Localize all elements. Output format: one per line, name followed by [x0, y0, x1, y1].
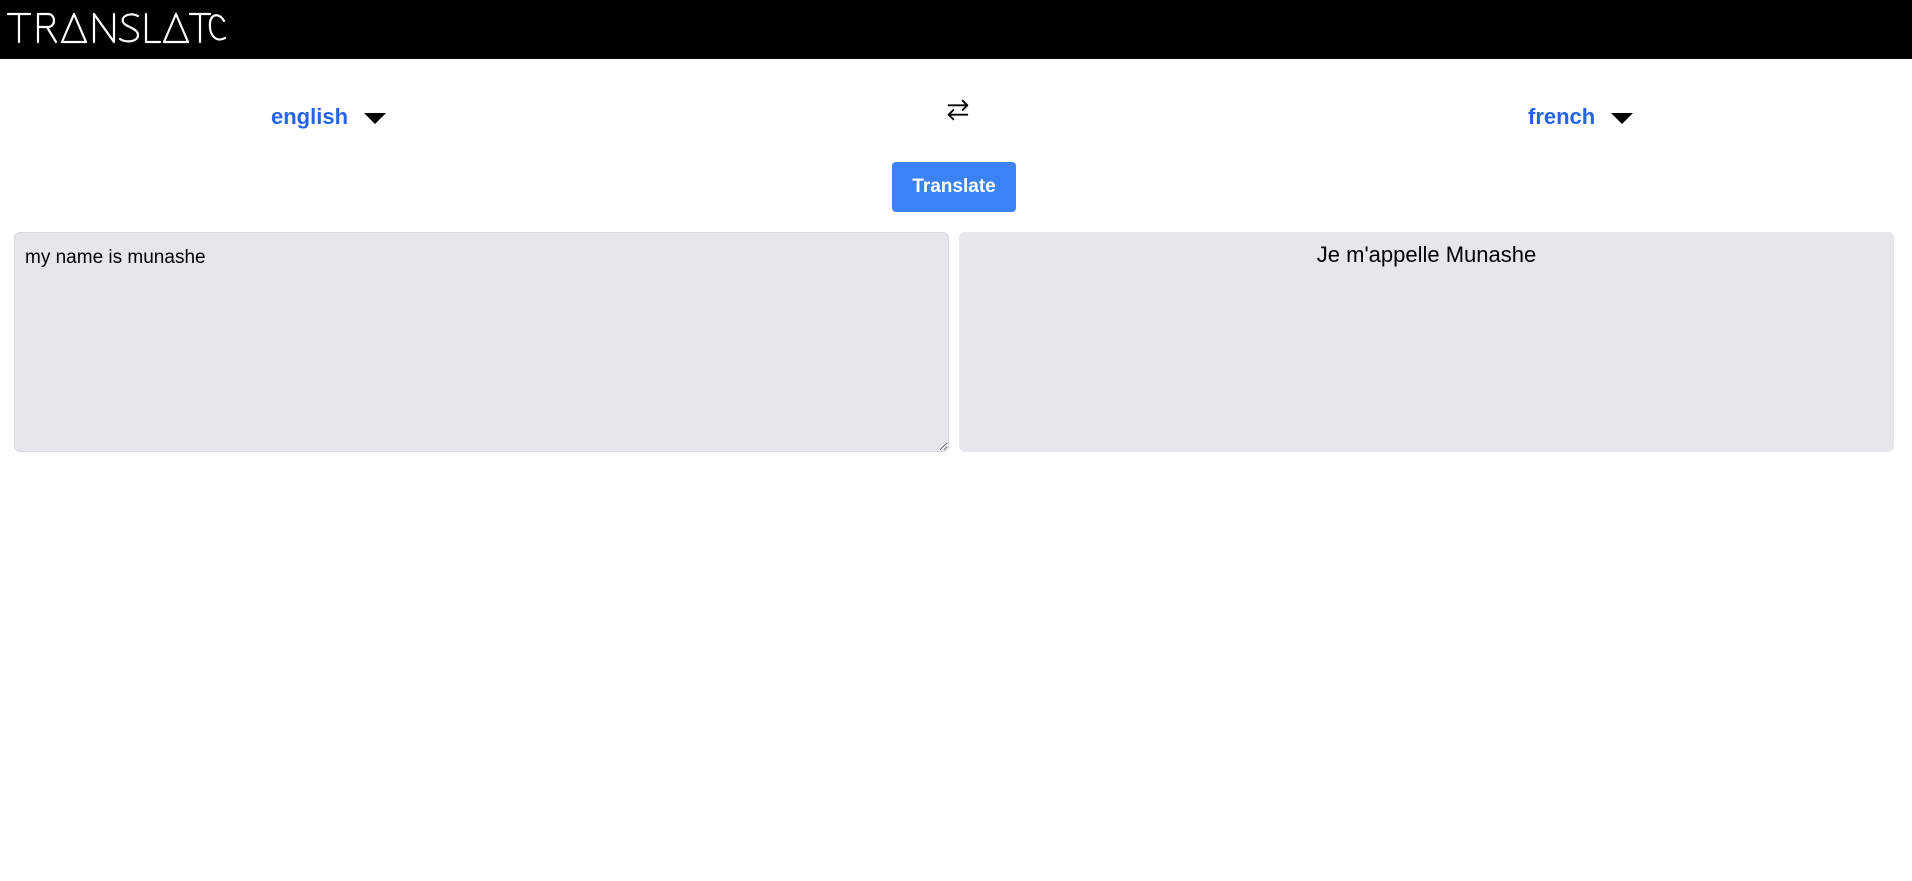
top-bar	[0, 0, 1912, 59]
caret-down-icon	[1611, 112, 1634, 124]
target-language-select[interactable]: french	[1528, 104, 1634, 130]
translation-output-text: Je m'appelle Munashe	[1316, 242, 1537, 267]
translate-button[interactable]: Translate	[892, 162, 1016, 212]
swap-arrows-icon[interactable]	[944, 96, 972, 124]
target-language-label: french	[1528, 104, 1596, 129]
source-text-input[interactable]	[15, 233, 948, 451]
language-selector-row: english french	[0, 96, 1912, 140]
translation-output-panel: Je m'appelle Munashe	[959, 232, 1894, 452]
caret-down-icon	[364, 112, 387, 124]
source-language-select[interactable]: english	[271, 104, 387, 130]
app-logo	[6, 12, 226, 44]
source-language-label: english	[271, 104, 349, 129]
source-text-panel	[14, 232, 949, 452]
